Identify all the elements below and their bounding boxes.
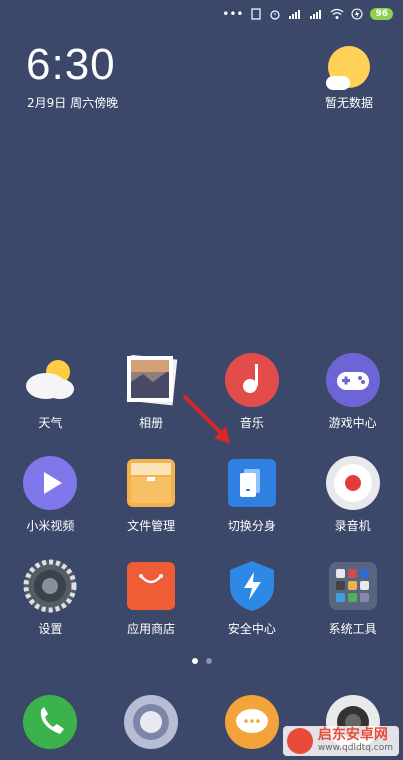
app-label: 录音机	[334, 519, 371, 533]
dock-browser[interactable]	[101, 694, 202, 760]
app-game-center[interactable]: 游戏中心	[302, 352, 403, 435]
app-label: 相册	[139, 416, 164, 430]
dock-phone[interactable]	[0, 694, 101, 760]
app-label: 音乐	[239, 416, 264, 430]
charging-icon	[351, 8, 364, 20]
watermark: 启东安卓网 www.qdldtq.com	[282, 726, 399, 756]
messages-icon	[224, 694, 280, 750]
app-weather[interactable]: 天气	[0, 352, 101, 435]
app-video[interactable]: 小米视频	[0, 455, 101, 538]
page-dot-2[interactable]	[205, 658, 212, 664]
browser-icon	[123, 694, 179, 750]
watermark-url: www.qdldtq.com	[317, 742, 393, 753]
watermark-title: 启东安卓网	[317, 727, 388, 744]
app-label: 应用商店	[127, 622, 176, 636]
weather-widget[interactable]: 暂无数据	[317, 46, 381, 111]
game-center-icon	[325, 352, 381, 408]
recorder-icon	[325, 455, 381, 511]
alarm-icon	[270, 10, 281, 20]
page-dot-1[interactable]	[191, 658, 198, 664]
red-arrow-annotation	[182, 394, 230, 444]
video-icon	[22, 455, 78, 511]
app-label: 文件管理	[127, 519, 176, 533]
app-store-icon	[123, 558, 179, 614]
weather-sun-icon	[326, 46, 370, 90]
status-bar: ••• 96	[222, 4, 393, 24]
weather-status: 暂无数据	[324, 96, 373, 110]
file-manager-icon	[123, 455, 179, 511]
phone-icon	[22, 694, 78, 750]
app-store[interactable]: 应用商店	[101, 558, 202, 641]
page-indicator[interactable]	[0, 658, 403, 664]
battery-indicator: 96	[370, 8, 393, 20]
security-center-icon	[224, 558, 280, 614]
app-settings[interactable]: 设置	[0, 558, 101, 641]
app-system-tools[interactable]: 系统工具	[302, 558, 403, 641]
settings-icon	[22, 558, 78, 614]
app-switch-profile[interactable]: 切换分身	[202, 455, 303, 538]
more-dots: •••	[222, 7, 244, 21]
signal-icon-1	[289, 10, 301, 19]
app-file-manager[interactable]: 文件管理	[101, 455, 202, 538]
app-recorder[interactable]: 录音机	[302, 455, 403, 538]
clock-time[interactable]: 6:30	[26, 40, 116, 90]
app-label: 安全中心	[227, 622, 276, 636]
screenshot-icon	[251, 8, 262, 20]
clock-date: 2月9日 周六傍晚	[27, 96, 119, 110]
system-tools-icon	[325, 558, 381, 614]
app-label: 切换分身	[227, 519, 276, 533]
weather-icon	[22, 352, 78, 408]
app-label: 小米视频	[26, 519, 75, 533]
gallery-icon	[123, 352, 179, 408]
signal-icon-2	[310, 10, 322, 19]
switch-profile-icon	[224, 455, 280, 511]
app-label: 系统工具	[328, 622, 377, 636]
app-security-center[interactable]: 安全中心	[202, 558, 303, 641]
watermark-logo-icon	[286, 728, 313, 754]
app-label: 设置	[38, 622, 63, 636]
wifi-icon	[331, 8, 344, 19]
app-label: 游戏中心	[328, 416, 377, 430]
app-label: 天气	[38, 416, 63, 430]
